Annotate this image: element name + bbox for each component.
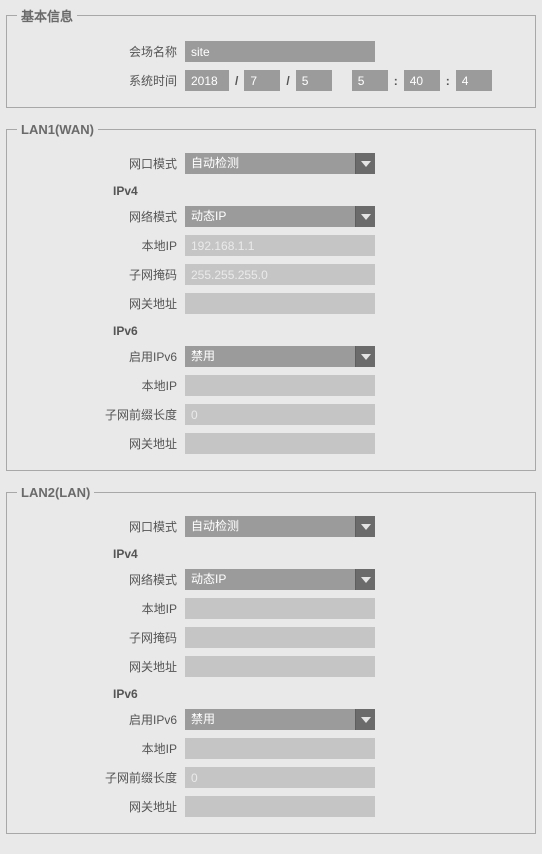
- lan2-localip-input: [185, 598, 375, 619]
- lan1-localip-input: [185, 235, 375, 256]
- lan1-ipv6gw-row: 网关地址: [17, 433, 525, 454]
- lan2-ipv6enable-select[interactable]: 禁用: [185, 709, 375, 730]
- lan2-ipv6enable-row: 启用IPv6 禁用: [17, 709, 525, 730]
- month-input[interactable]: [244, 70, 280, 91]
- lan2-portmode-select[interactable]: 自动检测: [185, 516, 375, 537]
- lan2-ipv6localip-row: 本地IP: [17, 738, 525, 759]
- time-sep-1: :: [394, 74, 398, 88]
- basic-info-group: 基本信息 会场名称 系统时间 / / : :: [6, 6, 536, 108]
- lan2-portmode-value: 自动检测: [185, 516, 355, 537]
- lan1-mask-input: [185, 264, 375, 285]
- lan2-portmode-row: 网口模式 自动检测: [17, 516, 525, 537]
- site-name-label: 会场名称: [17, 43, 185, 60]
- lan1-portmode-row: 网口模式 自动检测: [17, 153, 525, 174]
- lan2-ipv6prefix-label: 子网前缀长度: [17, 769, 185, 786]
- lan2-ipv6enable-label: 启用IPv6: [17, 711, 185, 728]
- lan2-netmode-row: 网络模式 动态IP: [17, 569, 525, 590]
- time-sep-2: :: [446, 74, 450, 88]
- lan1-ipv6enable-row: 启用IPv6 禁用: [17, 346, 525, 367]
- chevron-down-icon[interactable]: [355, 569, 375, 590]
- chevron-down-icon[interactable]: [355, 516, 375, 537]
- system-time-row: 系统时间 / / : :: [17, 70, 525, 91]
- second-input[interactable]: [456, 70, 492, 91]
- lan2-ipv4-header: IPv4: [17, 547, 185, 561]
- lan1-localip-row: 本地IP: [17, 235, 525, 256]
- date-sep-1: /: [235, 74, 238, 88]
- lan1-ipv6localip-input: [185, 375, 375, 396]
- lan1-ipv6enable-select[interactable]: 禁用: [185, 346, 375, 367]
- lan1-ipv6gw-input: [185, 433, 375, 454]
- lan1-ipv6-header: IPv6: [17, 324, 185, 338]
- lan1-mask-row: 子网掩码: [17, 264, 525, 285]
- lan2-gw-row: 网关地址: [17, 656, 525, 677]
- lan2-netmode-label: 网络模式: [17, 571, 185, 588]
- lan1-gw-row: 网关地址: [17, 293, 525, 314]
- lan1-ipv6enable-value: 禁用: [185, 346, 355, 367]
- lan1-netmode-row: 网络模式 动态IP: [17, 206, 525, 227]
- lan2-legend: LAN2(LAN): [17, 485, 94, 500]
- lan2-mask-label: 子网掩码: [17, 629, 185, 646]
- lan2-ipv6enable-value: 禁用: [185, 709, 355, 730]
- lan1-ipv6localip-row: 本地IP: [17, 375, 525, 396]
- lan1-ipv6enable-label: 启用IPv6: [17, 348, 185, 365]
- lan2-ipv6localip-label: 本地IP: [17, 740, 185, 757]
- chevron-down-icon[interactable]: [355, 206, 375, 227]
- lan1-gw-input: [185, 293, 375, 314]
- lan1-ipv6localip-label: 本地IP: [17, 377, 185, 394]
- lan2-ipv6gw-row: 网关地址: [17, 796, 525, 817]
- lan1-mask-label: 子网掩码: [17, 266, 185, 283]
- hour-input[interactable]: [352, 70, 388, 91]
- lan2-mask-input: [185, 627, 375, 648]
- lan2-gw-input: [185, 656, 375, 677]
- lan1-ipv6prefix-label: 子网前缀长度: [17, 406, 185, 423]
- lan2-mask-row: 子网掩码: [17, 627, 525, 648]
- lan1-legend: LAN1(WAN): [17, 122, 98, 137]
- lan2-group: LAN2(LAN) 网口模式 自动检测 IPv4 网络模式 动态IP 本地IP …: [6, 485, 536, 834]
- lan2-ipv6gw-label: 网关地址: [17, 798, 185, 815]
- lan1-netmode-value: 动态IP: [185, 206, 355, 227]
- lan2-gw-label: 网关地址: [17, 658, 185, 675]
- site-name-input[interactable]: [185, 41, 375, 62]
- lan2-ipv6localip-input: [185, 738, 375, 759]
- lan2-portmode-label: 网口模式: [17, 518, 185, 535]
- lan1-ipv6prefix-row: 子网前缀长度: [17, 404, 525, 425]
- chevron-down-icon[interactable]: [355, 153, 375, 174]
- year-input[interactable]: [185, 70, 229, 91]
- system-time-label: 系统时间: [17, 72, 185, 89]
- lan1-portmode-label: 网口模式: [17, 155, 185, 172]
- lan1-netmode-label: 网络模式: [17, 208, 185, 225]
- lan2-localip-row: 本地IP: [17, 598, 525, 619]
- lan1-netmode-select[interactable]: 动态IP: [185, 206, 375, 227]
- lan1-portmode-select[interactable]: 自动检测: [185, 153, 375, 174]
- lan1-portmode-value: 自动检测: [185, 153, 355, 174]
- lan1-ipv6gw-label: 网关地址: [17, 435, 185, 452]
- basic-info-legend: 基本信息: [17, 6, 77, 25]
- lan2-ipv6-header: IPv6: [17, 687, 185, 701]
- lan1-ipv4-header: IPv4: [17, 184, 185, 198]
- lan1-localip-label: 本地IP: [17, 237, 185, 254]
- date-sep-2: /: [286, 74, 289, 88]
- lan2-netmode-select[interactable]: 动态IP: [185, 569, 375, 590]
- lan1-group: LAN1(WAN) 网口模式 自动检测 IPv4 网络模式 动态IP 本地IP …: [6, 122, 536, 471]
- lan2-ipv6gw-input: [185, 796, 375, 817]
- lan2-ipv6prefix-row: 子网前缀长度: [17, 767, 525, 788]
- lan2-ipv6prefix-input: [185, 767, 375, 788]
- lan2-localip-label: 本地IP: [17, 600, 185, 617]
- chevron-down-icon[interactable]: [355, 346, 375, 367]
- chevron-down-icon[interactable]: [355, 709, 375, 730]
- lan1-ipv6prefix-input: [185, 404, 375, 425]
- minute-input[interactable]: [404, 70, 440, 91]
- site-name-row: 会场名称: [17, 41, 525, 62]
- day-input[interactable]: [296, 70, 332, 91]
- lan2-netmode-value: 动态IP: [185, 569, 355, 590]
- lan1-gw-label: 网关地址: [17, 295, 185, 312]
